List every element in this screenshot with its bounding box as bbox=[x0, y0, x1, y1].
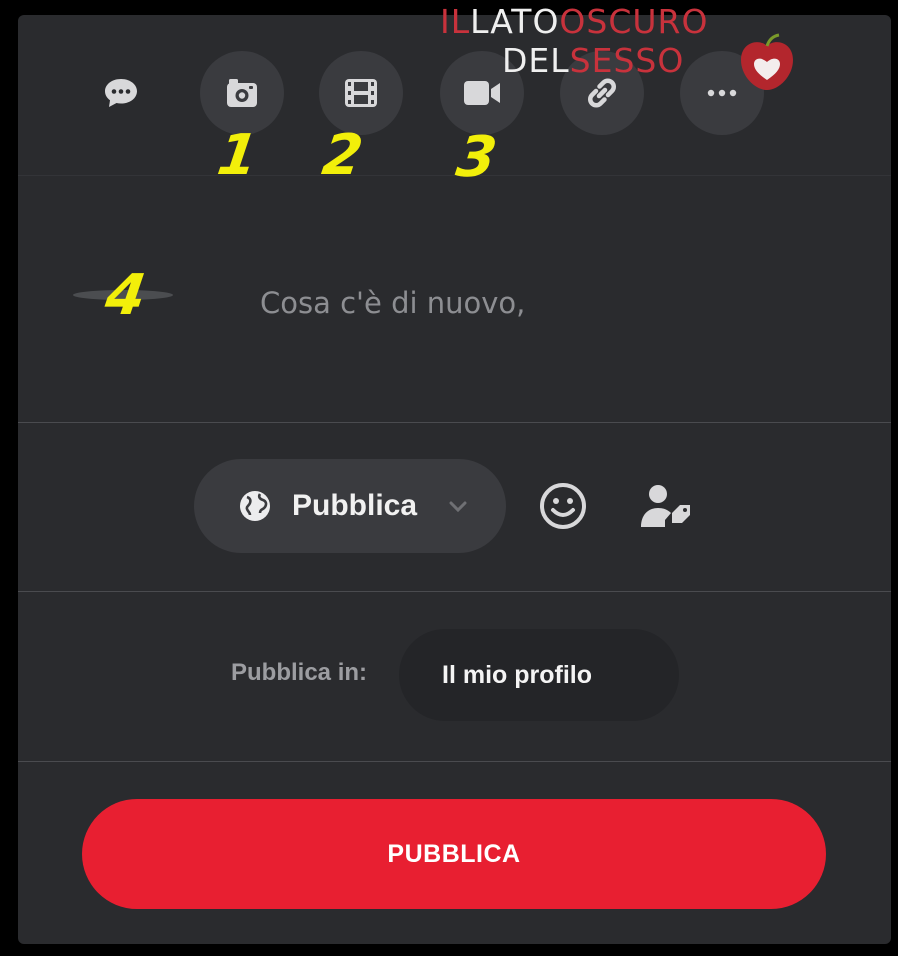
more-button[interactable] bbox=[680, 51, 764, 135]
chevron-down-icon bbox=[449, 501, 467, 513]
emoji-icon[interactable] bbox=[538, 481, 588, 531]
link-icon bbox=[588, 78, 616, 108]
video-camera-icon bbox=[464, 81, 500, 105]
tag-people-icon[interactable] bbox=[638, 483, 694, 529]
post-composer-panel: Pubblica Pubblica in: Il mio profilo PUB… bbox=[18, 15, 891, 944]
link-button[interactable] bbox=[560, 51, 644, 135]
post-type-toolbar bbox=[18, 15, 891, 176]
publish-destination-select[interactable]: Il mio profilo bbox=[399, 629, 679, 721]
privacy-selector[interactable]: Pubblica bbox=[194, 459, 506, 553]
photo-button[interactable] bbox=[200, 51, 284, 135]
gallery-button[interactable] bbox=[319, 51, 403, 135]
post-text-input[interactable] bbox=[258, 277, 822, 329]
camera-icon bbox=[227, 79, 257, 107]
speech-bubble-icon bbox=[105, 79, 137, 107]
publish-button-label: PUBBLICA bbox=[387, 839, 521, 868]
film-icon bbox=[345, 79, 377, 107]
publish-destination-value: Il mio profilo bbox=[442, 660, 592, 689]
status-button[interactable] bbox=[79, 51, 163, 135]
more-dots-icon bbox=[707, 89, 737, 97]
publish-in-label: Pubblica in: bbox=[231, 659, 368, 686]
avatar bbox=[73, 280, 193, 340]
privacy-label: Pubblica bbox=[292, 489, 418, 522]
avatar-blur bbox=[73, 290, 173, 300]
publish-button[interactable]: PUBBLICA bbox=[82, 799, 826, 909]
globe-icon bbox=[240, 491, 270, 521]
video-button[interactable] bbox=[440, 51, 524, 135]
